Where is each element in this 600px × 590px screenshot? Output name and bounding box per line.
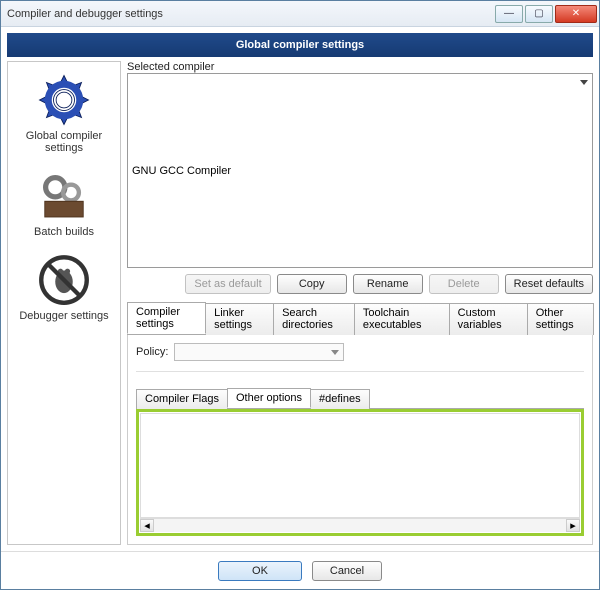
sidebar: Global compiler settings Batch builds	[7, 61, 121, 545]
window-controls: — ▢ ✕	[493, 5, 597, 23]
ok-button[interactable]: OK	[218, 561, 302, 581]
main-tabs: Compiler settings Linker settings Search…	[127, 302, 593, 335]
sidebar-item-batch-builds[interactable]: Batch builds	[8, 164, 120, 248]
sidebar-item-global-compiler[interactable]: Global compiler settings	[8, 68, 120, 164]
separator	[136, 371, 584, 372]
dialog-window: Compiler and debugger settings — ▢ ✕ Glo…	[0, 0, 600, 590]
body: Global compiler settings Batch builds	[1, 61, 599, 551]
policy-combo[interactable]	[174, 343, 344, 361]
sidebar-item-debugger[interactable]: Debugger settings	[8, 248, 120, 332]
no-bug-icon	[36, 252, 92, 308]
policy-label: Policy:	[136, 346, 168, 358]
tab-custom-variables[interactable]: Custom variables	[449, 303, 528, 335]
rename-button[interactable]: Rename	[353, 274, 423, 294]
selected-compiler-combo[interactable]: GNU GCC Compiler	[127, 73, 593, 268]
other-options-highlight: ◂ ▸	[136, 409, 584, 536]
close-button[interactable]: ✕	[555, 5, 597, 23]
compiler-button-row: Set as default Copy Rename Delete Reset …	[127, 274, 593, 294]
selected-compiler-label: Selected compiler	[127, 61, 593, 73]
dialog-footer: OK Cancel	[1, 551, 599, 589]
minimize-button[interactable]: —	[495, 5, 523, 23]
cancel-button[interactable]: Cancel	[312, 561, 382, 581]
copy-button[interactable]: Copy	[277, 274, 347, 294]
maximize-button[interactable]: ▢	[525, 5, 553, 23]
tab-compiler-settings[interactable]: Compiler settings	[127, 302, 206, 334]
subtab-defines[interactable]: #defines	[310, 389, 370, 409]
set-default-button[interactable]: Set as default	[185, 274, 270, 294]
sidebar-item-label: Batch builds	[34, 226, 94, 238]
tab-linker-settings[interactable]: Linker settings	[205, 303, 274, 335]
sidebar-item-label: Global compiler settings	[8, 130, 120, 154]
gears-box-icon	[36, 168, 92, 224]
titlebar[interactable]: Compiler and debugger settings — ▢ ✕	[1, 1, 599, 27]
subtab-compiler-flags[interactable]: Compiler Flags	[136, 389, 228, 409]
delete-button[interactable]: Delete	[429, 274, 499, 294]
gear-icon	[36, 72, 92, 128]
sub-tabs: Compiler Flags Other options #defines	[136, 388, 584, 409]
sidebar-item-label: Debugger settings	[19, 310, 108, 322]
page-title-band: Global compiler settings	[7, 33, 593, 57]
scroll-track[interactable]	[154, 519, 566, 532]
main-panel: Selected compiler GNU GCC Compiler Set a…	[127, 61, 593, 545]
tab-search-directories[interactable]: Search directories	[273, 303, 355, 335]
other-options-textarea[interactable]	[140, 413, 580, 518]
horizontal-scrollbar[interactable]: ◂ ▸	[140, 518, 580, 532]
reset-defaults-button[interactable]: Reset defaults	[505, 274, 593, 294]
page-title: Global compiler settings	[236, 39, 364, 51]
scroll-right-icon[interactable]: ▸	[566, 519, 580, 532]
scroll-left-icon[interactable]: ◂	[140, 519, 154, 532]
subtab-other-options[interactable]: Other options	[227, 388, 311, 408]
compiler-settings-panel: Policy: Compiler Flags Other options #de…	[127, 335, 593, 545]
policy-row: Policy:	[136, 343, 584, 361]
tab-toolchain-executables[interactable]: Toolchain executables	[354, 303, 450, 335]
selected-compiler-value: GNU GCC Compiler	[132, 165, 231, 177]
window-title: Compiler and debugger settings	[7, 8, 493, 20]
tab-other-settings[interactable]: Other settings	[527, 303, 594, 335]
